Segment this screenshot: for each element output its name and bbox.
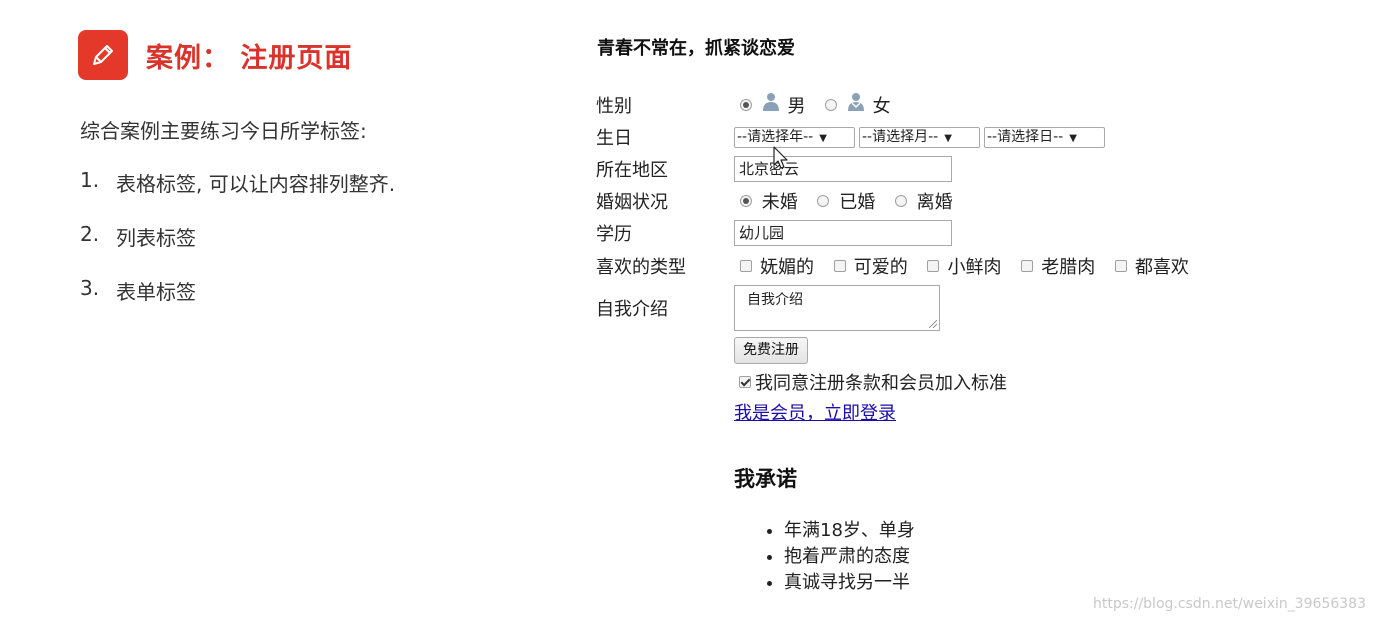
slide-heading: 案例： 注册页面 xyxy=(146,42,353,74)
pref-young-checkbox[interactable] xyxy=(927,260,940,272)
marital-single-label: 未婚 xyxy=(761,192,798,213)
point-number: 2. xyxy=(80,222,100,246)
mouse-cursor-icon xyxy=(773,146,789,174)
female-person-icon xyxy=(847,92,865,117)
gender-female-label: 女 xyxy=(872,95,891,117)
birthday-selects: --请选择年-- ▼ --请选择月-- ▼ --请选择日-- ▼ xyxy=(734,121,1197,153)
area-row: 所在地区 北京密云 xyxy=(596,153,1197,185)
pref-charming-checkbox[interactable] xyxy=(740,260,752,272)
member-login-link[interactable]: 我是会员，立即登录 xyxy=(734,403,896,424)
list-item: 抱着严肃的态度 xyxy=(784,542,915,568)
birth-day-select[interactable]: --请选择日-- ▼ xyxy=(984,126,1105,148)
form-heading: 青春不常在，抓紧谈恋爱 xyxy=(597,38,795,59)
preference-row: 喜欢的类型 妩媚的 可爱的 小鲜肉 老腊肉 都喜欢 xyxy=(596,249,1197,283)
pref-young-label: 小鲜肉 xyxy=(947,257,1002,278)
preference-options: 妩媚的 可爱的 小鲜肉 老腊肉 都喜欢 xyxy=(734,249,1197,283)
list-item: 真诚寻找另一半 xyxy=(784,568,915,594)
marital-married-label: 已婚 xyxy=(839,192,876,213)
self-intro-value: 自我介绍 xyxy=(747,292,803,308)
area-label: 所在地区 xyxy=(596,160,668,181)
agree-checkbox[interactable] xyxy=(739,376,751,388)
marital-row: 婚姻状况 未婚 已婚 离婚 xyxy=(596,185,1197,217)
slide-points: 1. 表格标签, 可以让内容排列整齐. 2. 列表标签 3. 表单标签 xyxy=(80,168,395,330)
promise-list: 年满18岁、单身 抱着严肃的态度 真诚寻找另一半 xyxy=(734,516,915,594)
point-text: 表格标签, 可以让内容排列整齐. xyxy=(116,172,396,196)
point-number: 1. xyxy=(80,168,100,192)
watermark: https://blog.csdn.net/weixin_39656383 xyxy=(1092,596,1366,612)
birthday-label: 生日 xyxy=(596,128,632,149)
pencil-icon xyxy=(78,30,128,80)
list-item: 2. 列表标签 xyxy=(80,222,395,276)
preference-label: 喜欢的类型 xyxy=(596,257,686,278)
dropdown-arrow-icon: ▼ xyxy=(1069,132,1077,144)
pref-cute-checkbox[interactable] xyxy=(833,260,846,272)
page: 案例： 注册页面 综合案例主要练习今日所学标签: 1. 表格标签, 可以让内容排… xyxy=(0,0,1374,620)
marital-married-radio[interactable] xyxy=(817,195,830,207)
dropdown-arrow-icon: ▼ xyxy=(944,132,952,144)
pref-mature-label: 老腊肉 xyxy=(1041,257,1096,278)
marital-divorced-radio[interactable] xyxy=(894,195,907,207)
gender-row: 性别 男 女 xyxy=(596,88,1197,121)
marital-options: 未婚 已婚 离婚 xyxy=(734,185,1197,217)
self-intro-label: 自我介绍 xyxy=(596,299,668,320)
login-row: 我是会员，立即登录 xyxy=(596,397,1197,427)
list-item: 1. 表格标签, 可以让内容排列整齐. xyxy=(80,168,395,222)
free-register-button[interactable]: 免费注册 xyxy=(734,336,808,364)
submit-row: 免费注册 xyxy=(596,333,1197,367)
self-intro-row: 自我介绍 自我介绍 xyxy=(596,283,1197,333)
area-input[interactable]: 北京密云 xyxy=(734,156,952,182)
pref-charming-label: 妩媚的 xyxy=(760,257,814,278)
point-text: 列表标签 xyxy=(116,226,196,250)
gender-male-radio[interactable] xyxy=(740,98,752,111)
birth-year-value: --请选择年-- xyxy=(737,128,814,145)
birth-month-value: --请选择月-- xyxy=(862,128,939,145)
resize-grip-icon[interactable] xyxy=(929,320,937,328)
pref-mature-checkbox[interactable] xyxy=(1021,260,1034,272)
marital-divorced-label: 离婚 xyxy=(916,192,953,213)
marital-label: 婚姻状况 xyxy=(596,192,668,213)
gender-male-label: 男 xyxy=(787,95,806,117)
list-item: 3. 表单标签 xyxy=(80,276,395,330)
list-item: 年满18岁、单身 xyxy=(784,516,915,542)
pref-cute-label: 可爱的 xyxy=(853,257,908,278)
pref-all-label: 都喜欢 xyxy=(1134,257,1189,278)
self-intro-textarea[interactable]: 自我介绍 xyxy=(734,285,940,331)
slide-intro: 综合案例主要练习今日所学标签: xyxy=(80,119,367,143)
registration-table: 性别 男 女 生日 --请选择年-- ▼ --请选择月-- ▼ --请选择日--… xyxy=(596,88,1197,427)
agree-label: 我同意注册条款和会员加入标准 xyxy=(755,373,1007,394)
pref-all-checkbox[interactable] xyxy=(1114,260,1127,272)
point-number: 3. xyxy=(80,276,100,300)
point-text: 表单标签 xyxy=(116,280,196,304)
slide-title: 案例： 注册页面 xyxy=(78,30,352,80)
promise-title: 我承诺 xyxy=(734,467,797,491)
agree-row: 我同意注册条款和会员加入标准 xyxy=(596,367,1197,397)
gender-options: 男 女 xyxy=(734,88,1197,121)
birthday-row: 生日 --请选择年-- ▼ --请选择月-- ▼ --请选择日-- ▼ xyxy=(596,121,1197,153)
gender-female-radio[interactable] xyxy=(825,98,838,111)
dropdown-arrow-icon: ▼ xyxy=(819,132,827,144)
birth-month-select[interactable]: --请选择月-- ▼ xyxy=(859,126,980,148)
male-person-icon xyxy=(762,92,780,117)
marital-single-radio[interactable] xyxy=(740,195,752,207)
gender-label: 性别 xyxy=(596,95,632,117)
education-row: 学历 幼儿园 xyxy=(596,217,1197,249)
birth-year-select[interactable]: --请选择年-- ▼ xyxy=(734,126,855,148)
education-label: 学历 xyxy=(596,224,632,245)
education-input[interactable]: 幼儿园 xyxy=(734,220,952,246)
birth-day-value: --请选择日-- xyxy=(987,128,1064,145)
